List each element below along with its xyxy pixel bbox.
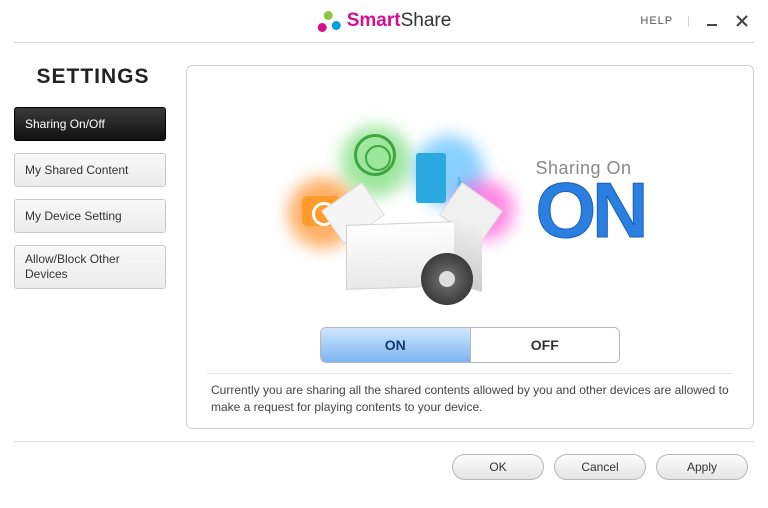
sidebar-item-label: Allow/Block Other Devices <box>25 252 155 282</box>
toggle-on[interactable]: ON <box>321 328 471 362</box>
separator: | <box>687 15 690 27</box>
close-button[interactable] <box>734 13 750 29</box>
dialog-footer: OK Cancel Apply <box>14 441 754 491</box>
sharing-toggle[interactable]: ON OFF <box>320 327 620 363</box>
ok-button[interactable]: OK <box>452 454 544 480</box>
sidebar-item-label: My Shared Content <box>25 163 128 178</box>
sidebar-item-sharing-onoff[interactable]: Sharing On/Off <box>14 107 166 141</box>
film-disc-icon <box>421 253 473 305</box>
film-reel-icon <box>354 134 396 176</box>
sidebar-item-my-device-setting[interactable]: My Device Setting <box>14 199 166 233</box>
status-description: Currently you are sharing all the shared… <box>207 373 733 418</box>
toggle-off[interactable]: OFF <box>471 328 620 362</box>
sidebar-item-label: Sharing On/Off <box>25 117 105 132</box>
app-title: SmartShare <box>347 10 452 32</box>
hero-area: ♪ Sharing On ON <box>207 84 733 321</box>
help-link[interactable]: HELP <box>640 15 673 27</box>
minimize-button[interactable] <box>704 13 720 29</box>
title-bar: SmartShare HELP | <box>0 0 768 42</box>
sidebar-item-label: My Device Setting <box>25 209 122 224</box>
open-box-icon <box>346 198 466 288</box>
logo-dots-icon <box>317 9 341 33</box>
phone-icon <box>416 153 446 203</box>
apply-button[interactable]: Apply <box>656 454 748 480</box>
sharing-status: Sharing On ON <box>536 158 645 247</box>
status-value: ON <box>536 173 645 247</box>
sidebar-item-allow-block-devices[interactable]: Allow/Block Other Devices <box>14 245 166 289</box>
cancel-button[interactable]: Cancel <box>554 454 646 480</box>
app-logo: SmartShare <box>317 9 452 33</box>
settings-heading: SETTINGS <box>14 65 172 89</box>
sidebar-item-my-shared-content[interactable]: My Shared Content <box>14 153 166 187</box>
sidebar: SETTINGS Sharing On/Off My Shared Conten… <box>14 65 172 429</box>
main-panel: ♪ Sharing On ON ON OFF Currently you are… <box>186 65 754 429</box>
sharing-illustration: ♪ <box>296 108 506 298</box>
